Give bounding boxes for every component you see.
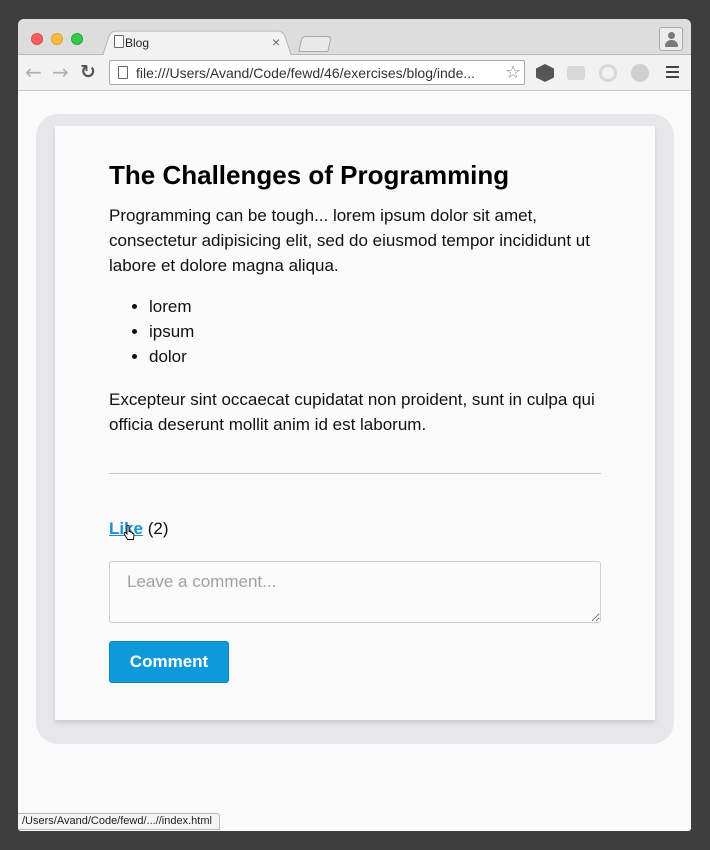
article-title: The Challenges of Programming bbox=[109, 160, 510, 190]
tab-title: Blog bbox=[125, 36, 150, 50]
extension-icon[interactable] bbox=[631, 64, 649, 82]
article-intro: Programming can be tough... lorem ipsum … bbox=[109, 206, 590, 275]
comment-input[interactable] bbox=[109, 561, 601, 623]
reload-icon[interactable]: ↻ bbox=[80, 60, 96, 84]
close-icon[interactable]: × bbox=[272, 34, 280, 50]
tab-blog-content[interactable]: Blog × bbox=[108, 28, 298, 56]
address-url[interactable]: file:///Users/Avand/Code/fewd/46/exercis… bbox=[136, 65, 475, 81]
browser-window: Blog × ← → ↻ file:///Users/Avand/Code/fe… bbox=[18, 19, 691, 831]
like-count: (2) bbox=[147, 519, 169, 538]
list-item: dolor bbox=[149, 344, 601, 369]
tab-strip: Blog × bbox=[18, 19, 691, 56]
divider bbox=[109, 473, 601, 474]
extension-icon[interactable] bbox=[567, 66, 585, 80]
profile-icon[interactable] bbox=[659, 27, 683, 51]
menu-icon[interactable] bbox=[666, 66, 679, 81]
extension-icon[interactable] bbox=[599, 64, 617, 82]
forward-arrow-icon[interactable]: → bbox=[52, 60, 69, 84]
window-zoom-button[interactable] bbox=[71, 33, 83, 45]
back-arrow-icon[interactable]: ← bbox=[25, 60, 42, 84]
like-row: Like (2) bbox=[109, 519, 169, 540]
comment-button[interactable]: Comment bbox=[109, 641, 229, 683]
bookmark-star-icon[interactable]: ☆ bbox=[505, 62, 521, 83]
hand-cursor-icon bbox=[123, 525, 135, 540]
status-bar: /Users/Avand/Code/fewd/...//index.html bbox=[18, 813, 220, 830]
extension-icon[interactable] bbox=[536, 64, 554, 82]
window-close-button[interactable] bbox=[31, 33, 43, 45]
list-item: ipsum bbox=[149, 319, 601, 344]
page-icon bbox=[114, 35, 124, 48]
article-outro: Excepteur sint occaecat cupidatat non pr… bbox=[109, 390, 595, 434]
article-list: lorem ipsum dolor bbox=[149, 294, 601, 369]
window-minimize-button[interactable] bbox=[51, 33, 63, 45]
article: The Challenges of Programming Programmin… bbox=[109, 156, 601, 474]
list-item: lorem bbox=[149, 294, 601, 319]
browser-toolbar: ← → ↻ file:///Users/Avand/Code/fewd/46/e… bbox=[18, 55, 691, 91]
blog-post-card: The Challenges of Programming Programmin… bbox=[55, 126, 655, 720]
new-tab-button[interactable] bbox=[298, 36, 332, 52]
page-icon bbox=[118, 66, 128, 79]
page-viewport: The Challenges of Programming Programmin… bbox=[18, 92, 691, 831]
address-bar[interactable]: file:///Users/Avand/Code/fewd/46/exercis… bbox=[109, 60, 525, 85]
